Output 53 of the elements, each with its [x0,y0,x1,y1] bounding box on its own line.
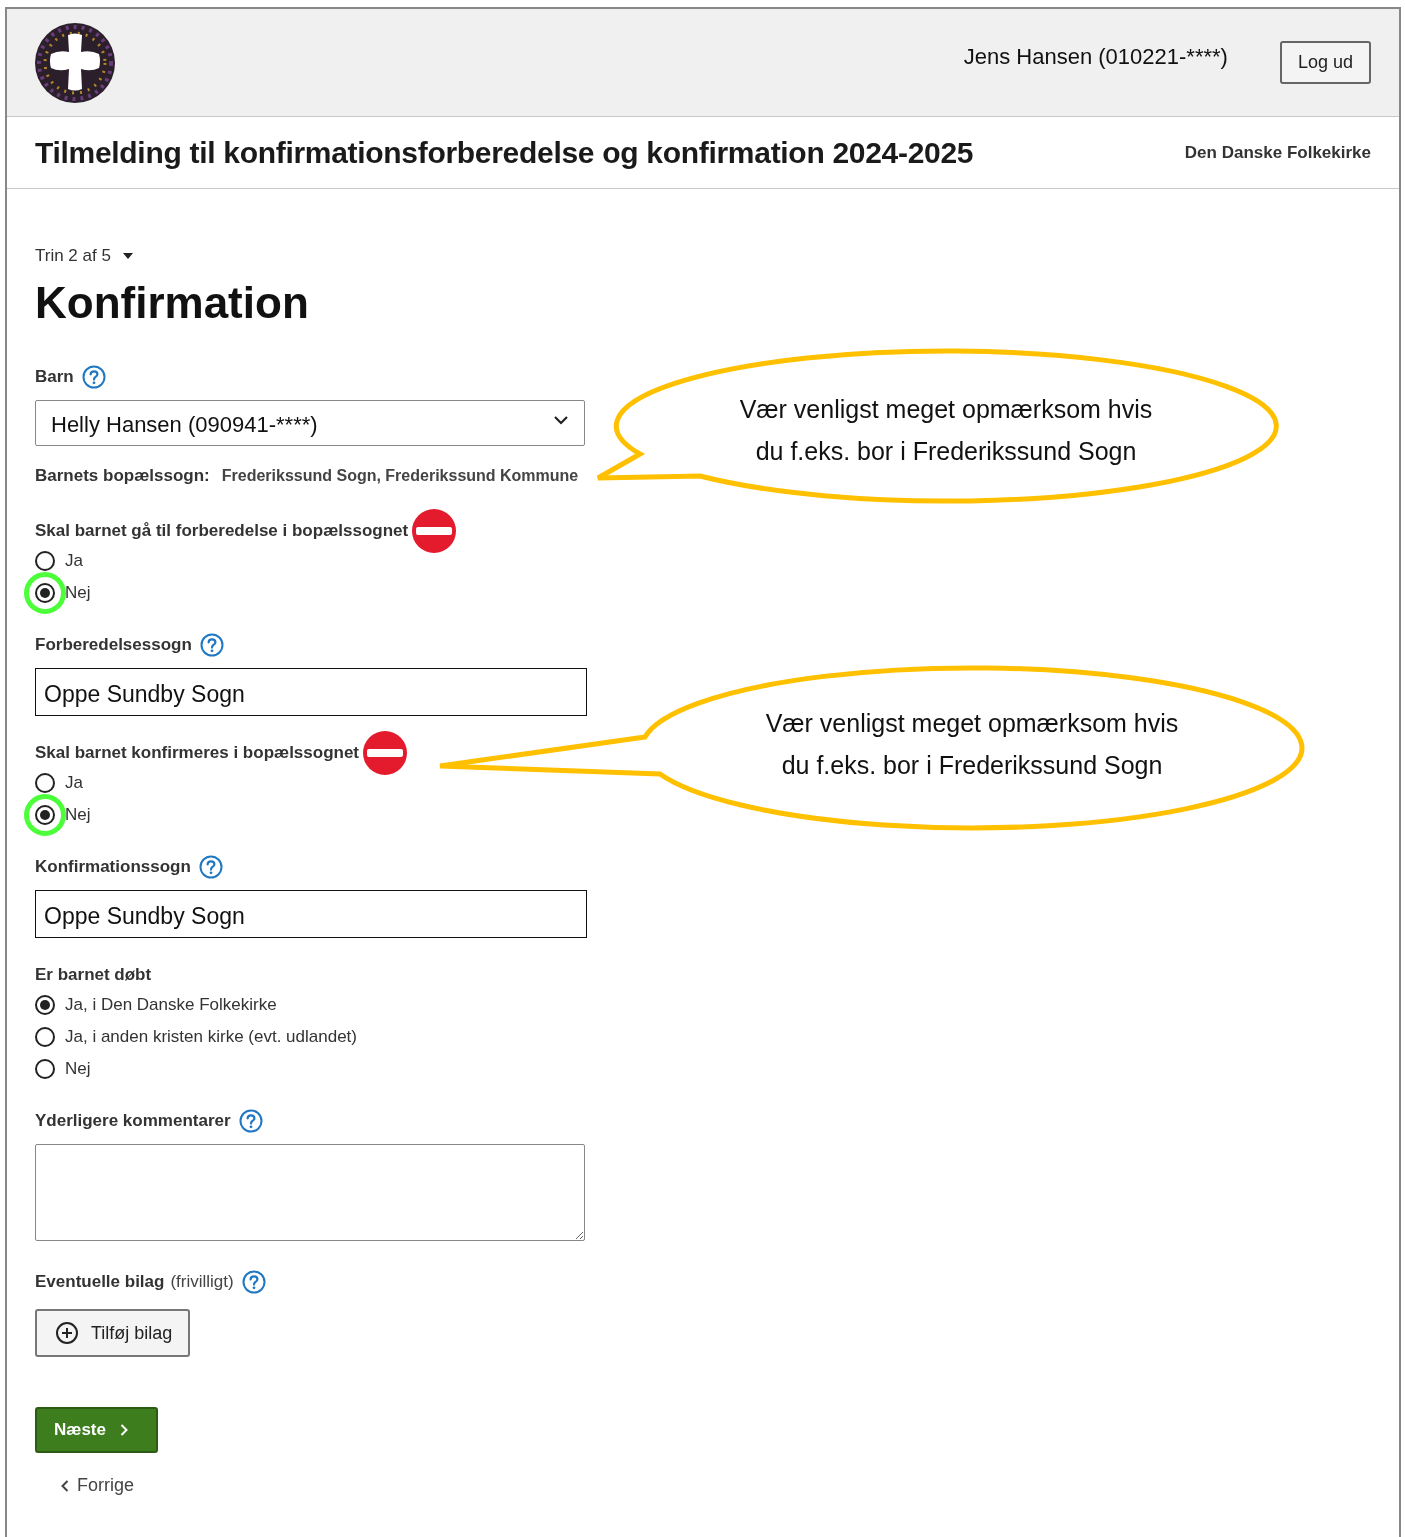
help-icon[interactable] [81,365,106,389]
field-label: Konfirmationssogn [35,857,191,877]
field-label: Barn [35,367,74,387]
radio-label: Nej [65,805,91,825]
chevron-left-icon [61,1479,69,1492]
callout-text: Vær venligst meget opmærksom hvis [764,708,1180,739]
callout-text: du f.eks. bor i Frederikssund Sogn [780,750,1164,781]
organisation-name: Den Danske Folkekirke [1184,142,1371,163]
field-label: Er barnet døbt [35,965,152,985]
field-label: Eventuelle bilag [35,1272,165,1292]
optional-note: (frivilligt) [170,1272,234,1292]
add-attachment-button[interactable]: Tilføj bilag [35,1309,191,1357]
radio-button[interactable] [35,583,55,603]
field-value: Frederikssund Sogn, Frederikssund Kommune [221,467,579,485]
field-label: Skal barnet konfirmeres i bopælssognet [35,743,360,763]
comments-textarea[interactable] [35,1144,585,1241]
radio-label: Ja, i Den Danske Folkekirke [65,995,277,1015]
radio-button[interactable] [35,995,55,1015]
radio-button[interactable] [35,805,55,825]
next-button[interactable]: Næste [35,1407,158,1453]
help-icon[interactable] [241,1270,266,1294]
user-name: Jens Hansen (010221-****) [963,43,1228,70]
field-label: Yderligere kommentarer [35,1111,231,1131]
help-icon[interactable] [199,633,224,657]
callout-text: Vær venligst meget opmærksom hvis [738,394,1154,425]
cross-logo-icon [35,22,115,103]
callout-text: du f.eks. bor i Frederikssund Sogn [754,436,1138,467]
chevron-right-icon [119,1424,128,1436]
radio-label: Ja, i anden kristen kirke (evt. udlandet) [65,1027,357,1047]
previous-link[interactable]: Forrige [61,1475,134,1496]
field-label: Skal barnet gå til forberedelse i bopælssognet [35,521,409,541]
radio-button[interactable] [35,1027,55,1047]
radio-label: Ja [65,551,83,571]
radio-button[interactable] [35,1059,55,1079]
parish-input[interactable]: Oppe Sundby Sogn [35,890,587,938]
caret-icon [122,253,133,259]
radio-button[interactable] [35,773,55,793]
child-select[interactable]: Helly Hansen (090941-****) [35,400,585,446]
field-label: Forberedelsessogn [35,635,192,655]
page-title: Tilmelding til konfirmationsforberedelse og konfirmation 2024-2025 [35,135,974,170]
help-icon[interactable] [198,855,223,879]
section-heading: Konfirmation [35,278,310,328]
radio-label: Ja [65,773,83,793]
radio-label: Nej [65,1059,91,1079]
parish-input[interactable]: Oppe Sundby Sogn [35,668,587,716]
logout-button[interactable]: Log ud [1279,41,1371,84]
field-label: Barnets bopælssogn: [35,466,210,486]
plus-circle-icon [55,1321,79,1345]
step-dropdown[interactable]: Trin 2 af 5 [35,246,133,266]
help-icon[interactable] [238,1109,263,1133]
radio-label: Nej [65,583,91,603]
radio-button[interactable] [35,551,55,571]
chevron-down-icon [554,415,568,425]
